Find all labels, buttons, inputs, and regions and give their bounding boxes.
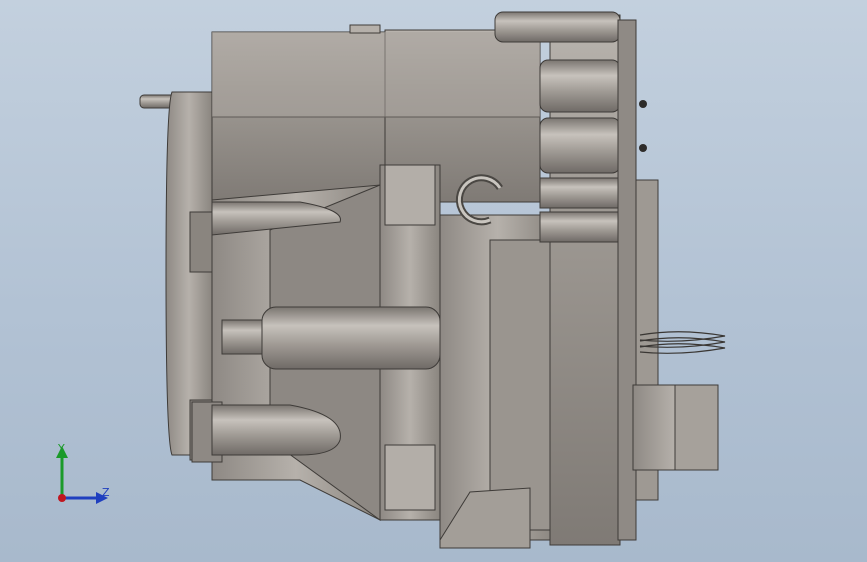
origin-icon xyxy=(58,494,66,502)
y-axis-label: Y xyxy=(58,442,65,455)
coordinate-triad: Y Z xyxy=(40,436,130,516)
upper-housing[interactable] xyxy=(211,24,541,203)
connector[interactable] xyxy=(632,384,719,471)
graphics-viewport[interactable]: Y Z xyxy=(0,0,867,562)
z-axis-label: Z xyxy=(102,486,110,499)
cad-model[interactable] xyxy=(0,0,867,562)
